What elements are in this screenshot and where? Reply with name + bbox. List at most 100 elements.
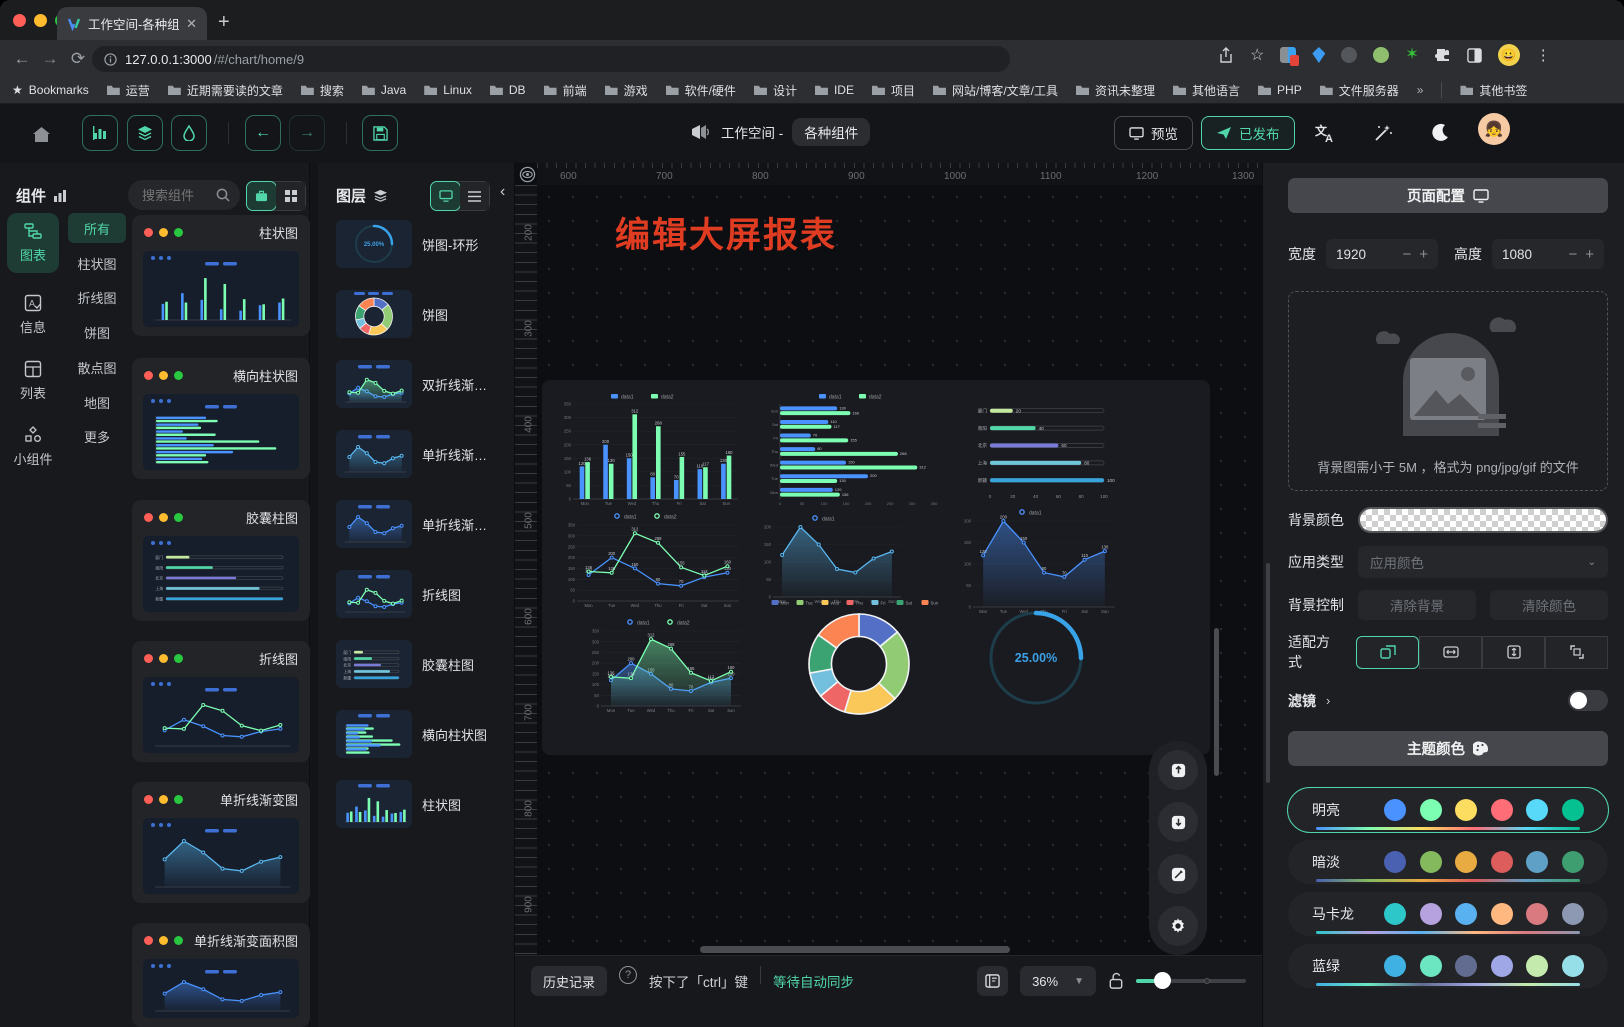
filter-toggle[interactable] [1568,690,1608,711]
extensions-puzzle-icon[interactable] [1435,47,1451,63]
component-card[interactable]: 折线图 [132,641,310,762]
chart-ring-progress[interactable]: 25.00% [980,606,1092,710]
single-view-toggle[interactable] [247,182,276,210]
chart-capsule[interactable]: 厦门20南阳40北京60上海80新疆100020406080100 [972,398,1120,500]
chart-horizontal-bar[interactable]: 050100150200250300350Sun130160Sat110117F… [764,392,950,508]
bookmark-item[interactable]: 搜索 [301,82,344,99]
fit-width-option[interactable] [1419,636,1482,669]
layer-item[interactable]: 横向柱状图 [336,709,506,759]
bookmark-item[interactable]: 近期需要读的文章 [168,82,283,99]
profile-avatar[interactable]: 😀 [1498,44,1520,66]
extension-star-icon[interactable]: ✶ [1405,47,1418,63]
component-card[interactable]: 单折线渐变面积图 [132,923,310,1027]
magic-wand-icon[interactable] [1373,123,1393,143]
save-button[interactable] [362,115,398,151]
fit-height-option[interactable] [1482,636,1545,669]
sidebar-tab-list[interactable]: 列表 [7,351,59,411]
layer-item[interactable]: 双折线渐… [336,359,506,409]
category-bar[interactable]: 柱状图 [68,248,126,278]
fit-stretch-option[interactable] [1545,636,1608,669]
slider-knob[interactable] [1154,972,1171,989]
bookmark-item[interactable]: 软件/硬件 [666,82,736,99]
layer-item[interactable]: 厦门南阳北京上海新疆胶囊柱图 [336,639,506,689]
close-window-button[interactable] [13,14,26,27]
zoom-select[interactable]: 36%▼ [1020,966,1096,996]
app-type-select[interactable]: 应用颜色⌄ [1358,546,1608,578]
theme-row-bluegreen[interactable]: 蓝绿 [1288,944,1608,988]
search-icon[interactable] [216,188,230,202]
canvas-board[interactable]: 050100150200250300350Mon120136Tue200130W… [542,380,1210,755]
panel-scrollbar[interactable] [1266,563,1270,783]
reading-list-icon[interactable] [1467,48,1482,63]
bookmark-item[interactable]: 项目 [872,82,915,99]
vertical-scrollbar[interactable] [1214,628,1219,776]
history-button[interactable]: 历史记录 [531,966,607,996]
category-all[interactable]: 所有 [68,213,126,243]
layout-panel-button[interactable] [977,966,1008,996]
fit-scale-option[interactable] [1356,636,1419,669]
chart-line-single[interactable]: 050100150200MonTueWedThuFriSatSundata1 [758,514,904,606]
horizontal-scrollbar[interactable] [700,946,1010,953]
tab-close-icon[interactable]: ✕ [186,16,197,32]
width-plus-button[interactable]: + [1419,246,1428,263]
category-pie[interactable]: 饼图 [68,317,126,347]
component-card[interactable]: 横向柱状图 [132,358,310,479]
layer-item[interactable]: 折线图 [336,569,506,619]
sidebar-tab-info[interactable]: A 信息 [7,285,59,345]
other-bookmarks[interactable]: 其他书签 [1460,82,1527,99]
clear-background-button[interactable]: 清除背景 [1358,590,1476,620]
component-card[interactable]: 柱状图 [132,215,310,336]
bookmark-item[interactable]: 运营 [107,82,150,99]
width-stepper[interactable]: 1920−+ [1326,239,1438,269]
bookmark-item[interactable]: 资讯未整理 [1076,82,1155,99]
layer-item[interactable]: 单折线渐… [336,499,506,549]
bookmarks-manager[interactable]: ★Bookmarks [12,83,89,97]
bg-color-swatch[interactable] [1358,507,1608,533]
background-upload-dropzone[interactable]: 背景图需小于 5M ，格式为 png/jpg/gif 的文件 [1288,291,1608,491]
bookmark-star-icon[interactable]: ☆ [1250,45,1264,65]
browser-menu-icon[interactable]: ⋮ [1536,46,1551,64]
layer-list-view-toggle[interactable] [460,182,489,210]
browser-tab[interactable]: 工作空间-各种组件 ✕ [57,7,207,40]
clear-color-button[interactable]: 清除颜色 [1490,590,1608,620]
category-line[interactable]: 折线图 [68,282,126,312]
layers-mode-button[interactable] [127,115,163,151]
chart-area-dual[interactable]: 0501001502002503003501202001508070110130… [586,618,744,715]
redo-button[interactable]: → [289,115,325,151]
sidebar-tab-charts[interactable]: 图表 [7,213,59,273]
preview-button[interactable]: 预览 [1114,116,1193,150]
category-scatter[interactable]: 散点图 [68,352,126,382]
undo-button[interactable]: ← [245,115,281,151]
bookmark-item[interactable]: 游戏 [605,82,648,99]
publish-button[interactable]: 已发布 [1201,116,1295,150]
filter-expand-chevron[interactable]: › [1326,693,1330,708]
dark-mode-moon-icon[interactable] [1431,123,1449,142]
edit-button[interactable] [1158,854,1198,894]
workspace-name-badge[interactable]: 各种组件 [792,118,870,146]
user-avatar[interactable]: 👧 [1478,113,1510,145]
bookmark-item[interactable]: PHP [1258,83,1302,97]
zoom-slider[interactable] [1136,966,1246,996]
layer-item[interactable]: 25.00%饼图-环形 [336,219,506,269]
extension-g-icon[interactable] [1280,47,1296,63]
help-icon[interactable]: ? [619,966,637,984]
chart-pie-donut[interactable]: MonTueWedThuFriSatSun [762,598,956,720]
category-map[interactable]: 地图 [68,387,126,417]
chart-line-gradient[interactable]: 0501001502001202001508070110130MonTueWed… [958,508,1118,616]
site-info-icon[interactable] [104,53,117,66]
translate-icon[interactable]: 文A [1315,123,1337,143]
bookmark-item[interactable]: Java [362,83,406,97]
theme-row-bright[interactable]: 明亮 [1288,788,1608,832]
chart-bar[interactable]: 050100150200250300350Mon120136Tue200130W… [558,392,740,508]
height-plus-button[interactable]: + [1585,246,1594,263]
bookmark-item[interactable]: 网站/博客/文章/工具 [933,82,1058,99]
component-card[interactable]: 胶囊柱图 厦门南阳北京上海新疆 [132,500,310,621]
ruler-eye-icon[interactable] [519,166,536,183]
bookmarks-overflow-chevron[interactable]: » [1417,83,1424,97]
reload-icon[interactable]: ⟳ [64,49,92,69]
chart-line-dual[interactable]: 0501001502002503003501202001508070110130… [562,512,742,610]
home-icon[interactable] [32,126,51,143]
canvas-text-element[interactable]: 编辑大屏报表 [615,207,837,258]
layer-thumb-view-toggle[interactable] [431,182,460,210]
share-icon[interactable] [1218,47,1234,64]
